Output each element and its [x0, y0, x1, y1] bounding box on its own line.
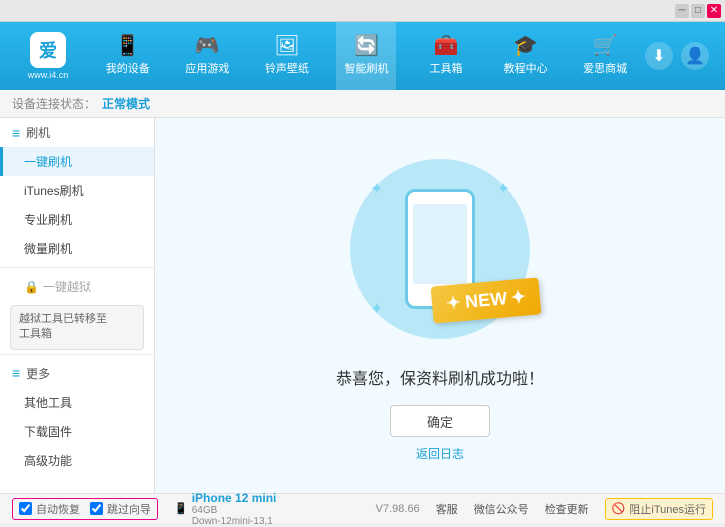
new-badge-star-left: ✦ — [445, 292, 462, 314]
header-right: ⬇ 👤 — [645, 42, 717, 70]
nav-my-device[interactable]: 📱 我的设备 — [98, 22, 158, 90]
nav-my-device-label: 我的设备 — [106, 60, 150, 76]
main-area: ≡ 刷机 一键刷机 iTunes刷机 专业刷机 微量刷机 🔒 一键越狱 越狱工具… — [0, 118, 725, 493]
update-link[interactable]: 检查更新 — [545, 501, 589, 517]
nav-tutorial[interactable]: 🎓 教程中心 — [496, 22, 556, 90]
bottom-right: V7.98.66 客服 微信公众号 检查更新 🚫 阻止iTunes运行 — [376, 498, 713, 520]
itunes-icon: 🚫 — [612, 502, 626, 515]
nav-apps-label: 应用游戏 — [185, 60, 229, 76]
new-badge: ✦ NEW ✦ — [430, 277, 541, 323]
my-device-icon: 📱 — [115, 36, 140, 56]
nav-apps[interactable]: 🎮 应用游戏 — [177, 22, 237, 90]
nav-tutorial-label: 教程中心 — [504, 60, 548, 76]
device-phone-icon: 📱 — [174, 502, 188, 515]
sidebar: ≡ 刷机 一键刷机 iTunes刷机 专业刷机 微量刷机 🔒 一键越狱 越狱工具… — [0, 118, 155, 493]
nav-wallpaper[interactable]: 🖼 铃声壁纸 — [257, 22, 317, 90]
flash-section-icon: ≡ — [12, 125, 20, 141]
bottom-bar: 自动恢复 跳过向导 📱 iPhone 12 mini 64GB Down-12m… — [0, 493, 725, 523]
user-button[interactable]: 👤 — [681, 42, 709, 70]
nav-tools-label: 工具箱 — [430, 60, 463, 76]
more-section-label: 更多 — [26, 365, 50, 382]
phone-screen — [413, 204, 467, 284]
sparkle-bottom-left: ✦ — [370, 299, 383, 319]
device-storage: 64GB — [192, 505, 277, 516]
nav-shop-label: 爱思商城 — [583, 60, 627, 76]
close-button[interactable]: ✕ — [707, 4, 721, 18]
sidebar-item-advanced[interactable]: 高级功能 — [0, 446, 154, 475]
titlebar: ─ □ ✕ — [0, 0, 725, 22]
auto-restore-label: 自动恢复 — [36, 501, 80, 517]
nav-tools[interactable]: 🧰 工具箱 — [416, 22, 476, 90]
smart-flash-icon: 🔄 — [354, 36, 379, 56]
sidebar-item-pro-flash[interactable]: 专业刷机 — [0, 205, 154, 234]
sidebar-divider-2 — [0, 354, 154, 355]
status-value: 正常模式 — [102, 95, 150, 112]
sidebar-item-data-preserve[interactable]: 微量刷机 — [0, 234, 154, 263]
skip-wizard-checkbox[interactable]: 跳过向导 — [90, 501, 151, 517]
download-button[interactable]: ⬇ — [645, 42, 673, 70]
nav-bar: 📱 我的设备 🎮 应用游戏 🖼 铃声壁纸 🔄 智能刷机 🧰 工具箱 🎓 教程中心… — [88, 22, 645, 90]
auto-restore-input[interactable] — [19, 502, 32, 515]
sidebar-item-download-firmware[interactable]: 下载固件 — [0, 417, 154, 446]
itunes-notice-label: 阻止iTunes运行 — [629, 501, 706, 517]
logo-site: www.i4.cn — [28, 70, 69, 80]
header: 爱 www.i4.cn 📱 我的设备 🎮 应用游戏 🖼 铃声壁纸 🔄 智能刷机 … — [0, 22, 725, 90]
new-badge-text: NEW — [464, 288, 508, 313]
content-area: ✦ ✦ ✦ ✦ NEW ✦ 恭喜您，保资料刷机成功啦！ 确定 返回日志 — [155, 118, 725, 493]
nav-smart-flash[interactable]: 🔄 智能刷机 — [336, 22, 396, 90]
device-info: 📱 iPhone 12 mini 64GB Down-12mini-13,1 — [174, 491, 276, 527]
itunes-notice[interactable]: 🚫 阻止iTunes运行 — [605, 498, 713, 520]
nav-wallpaper-label: 铃声壁纸 — [265, 60, 309, 76]
phone-circle-bg: ✦ ✦ ✦ ✦ NEW ✦ — [350, 159, 530, 339]
wechat-link[interactable]: 微信公众号 — [474, 501, 529, 517]
jailbreak-notice: 越狱工具已转移至 工具箱 — [10, 305, 144, 350]
device-details-wrapper: iPhone 12 mini 64GB Down-12mini-13,1 — [192, 491, 277, 527]
nav-smart-flash-label: 智能刷机 — [344, 60, 388, 76]
minimize-button[interactable]: ─ — [675, 4, 689, 18]
new-badge-star-right: ✦ — [510, 287, 527, 309]
service-link[interactable]: 客服 — [436, 501, 458, 517]
checkbox-group: 自动恢复 跳过向导 — [12, 498, 158, 520]
success-message: 恭喜您，保资料刷机成功啦！ — [336, 365, 544, 389]
sidebar-section-more: ≡ 更多 — [0, 359, 154, 388]
nav-shop[interactable]: 🛒 爱思商城 — [575, 22, 635, 90]
logo-icon: 爱 — [30, 32, 66, 68]
skip-wizard-input[interactable] — [90, 502, 103, 515]
more-section-icon: ≡ — [12, 365, 20, 381]
skip-wizard-label: 跳过向导 — [107, 501, 151, 517]
sparkle-top-right: ✦ — [497, 179, 510, 199]
version-text: V7.98.66 — [376, 503, 420, 515]
status-bar: 设备连接状态： 正常模式 — [0, 90, 725, 118]
bottom-left: 自动恢复 跳过向导 📱 iPhone 12 mini 64GB Down-12m… — [12, 491, 376, 527]
tutorial-icon: 🎓 — [513, 36, 538, 56]
apps-icon: 🎮 — [195, 36, 220, 56]
sidebar-item-one-click-flash[interactable]: 一键刷机 — [0, 147, 154, 176]
sidebar-item-other-tools[interactable]: 其他工具 — [0, 388, 154, 417]
flash-section-label: 刷机 — [26, 124, 50, 141]
sidebar-section-jailbreak: 🔒 一键越狱 — [0, 272, 154, 301]
shop-icon: 🛒 — [593, 36, 618, 56]
status-label: 设备连接状态： — [12, 95, 96, 112]
tools-icon: 🧰 — [434, 36, 459, 56]
sidebar-divider-1 — [0, 267, 154, 268]
phone-illustration: ✦ ✦ ✦ ✦ NEW ✦ — [340, 149, 540, 349]
back-link[interactable]: 返回日志 — [416, 445, 464, 462]
logo: 爱 www.i4.cn — [8, 32, 88, 80]
confirm-button[interactable]: 确定 — [390, 405, 490, 437]
sparkle-top-left: ✦ — [370, 179, 383, 199]
device-version: Down-12mini-13,1 — [192, 516, 277, 527]
sidebar-section-flash: ≡ 刷机 — [0, 118, 154, 147]
jailbreak-section-label: 一键越狱 — [43, 278, 91, 295]
auto-restore-checkbox[interactable]: 自动恢复 — [19, 501, 80, 517]
sidebar-item-itunes-flash[interactable]: iTunes刷机 — [0, 176, 154, 205]
wallpaper-icon: 🖼 — [274, 36, 299, 56]
maximize-button[interactable]: □ — [691, 4, 705, 18]
lock-icon: 🔒 — [24, 280, 39, 294]
